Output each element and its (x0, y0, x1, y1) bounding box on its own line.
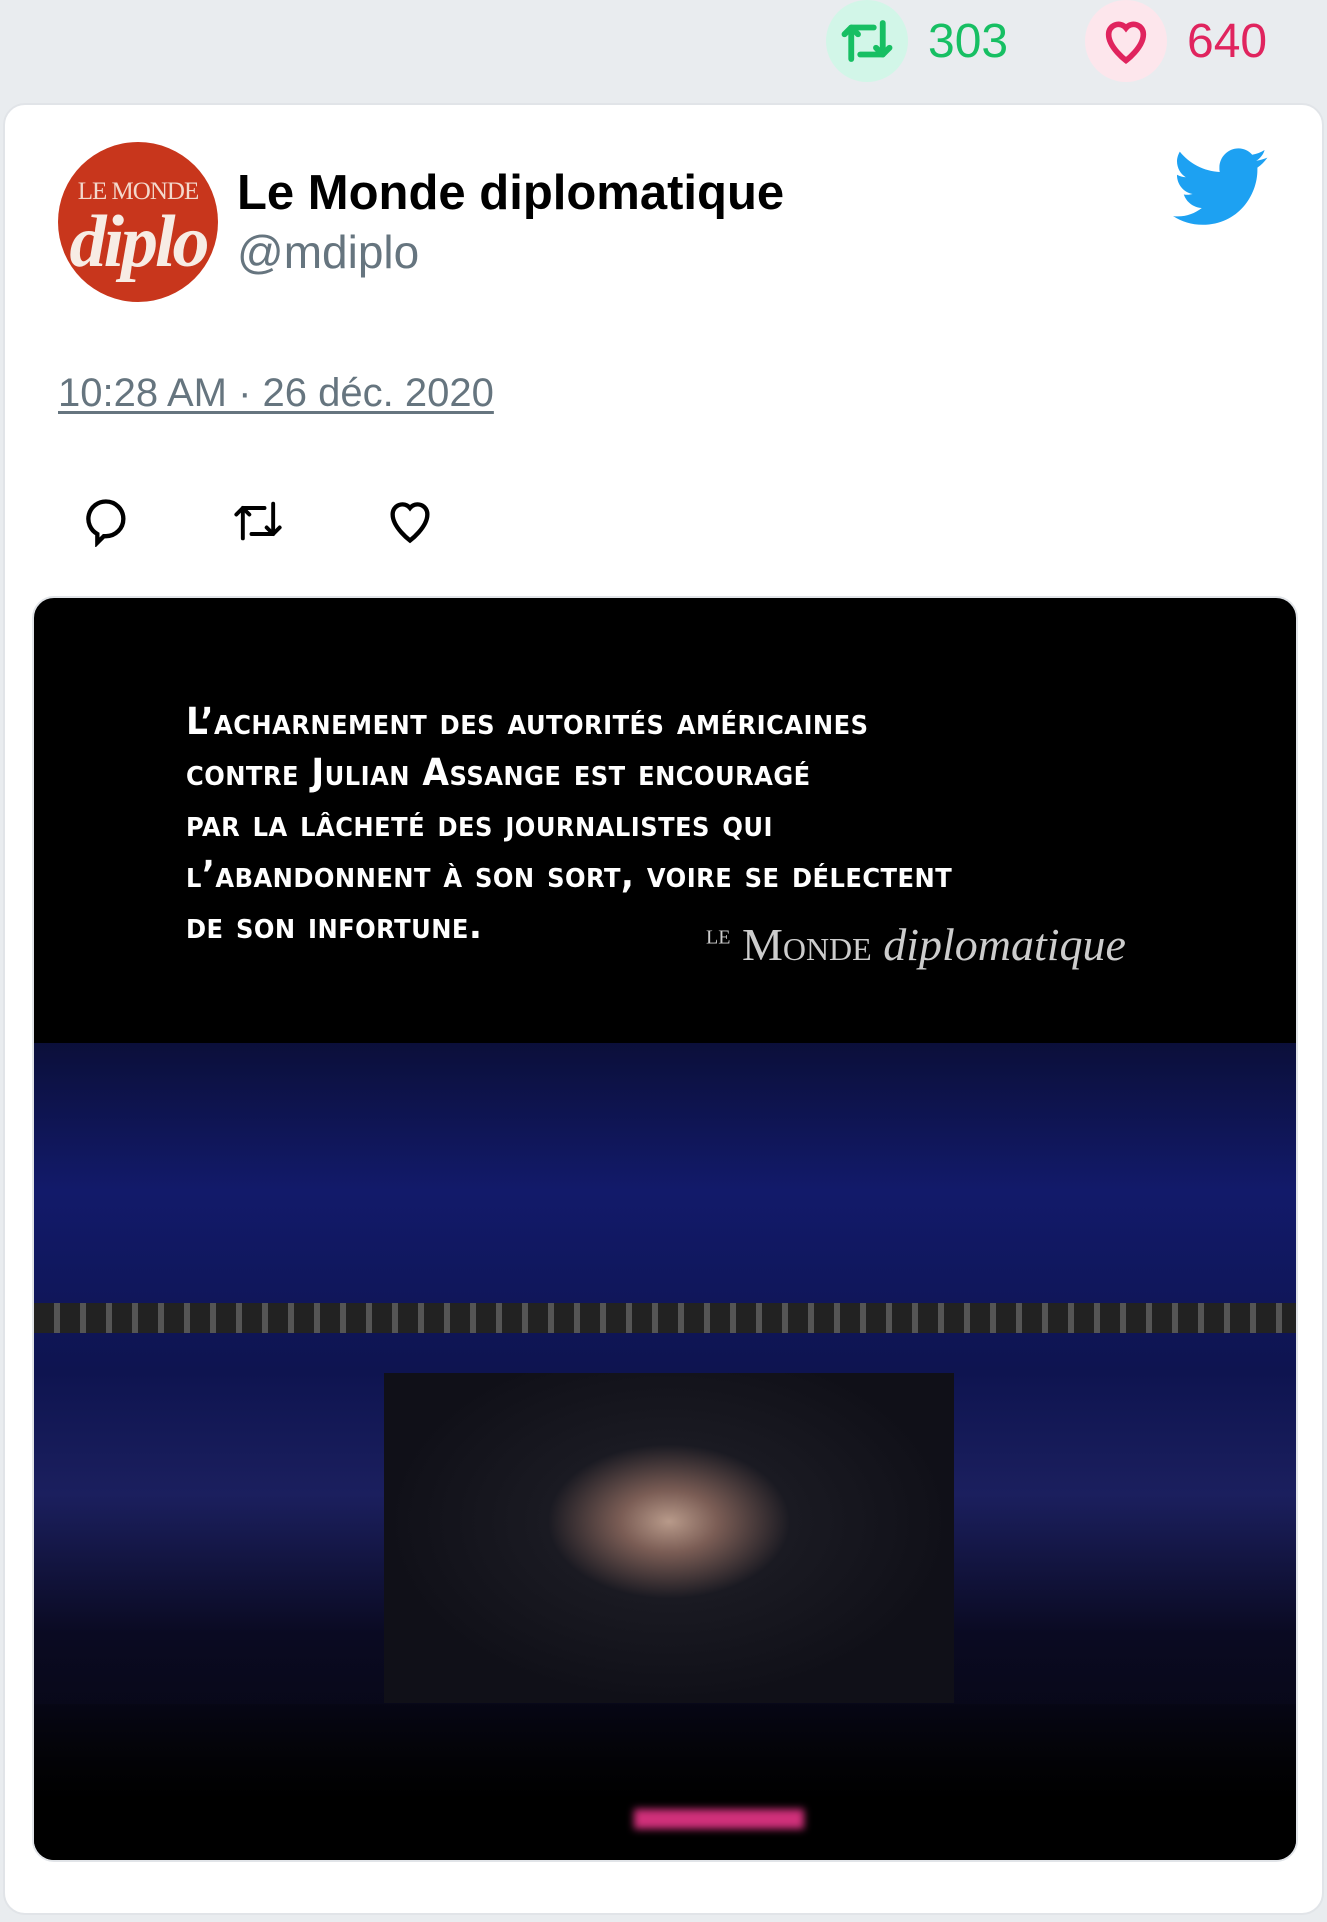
retweet-number: 303 (928, 14, 1009, 68)
video-screen (384, 1373, 954, 1703)
conference-photo (34, 1043, 1296, 1860)
lighting-truss (34, 1303, 1296, 1333)
tweet-media-image[interactable]: L’acharnement des autorités américaines … (32, 596, 1298, 1862)
retweet-icon[interactable] (227, 490, 289, 552)
tweet-timestamp-link[interactable]: 10:28 AM · 26 déc. 2020 (58, 371, 494, 416)
audience (34, 1704, 1296, 1860)
action-bar (75, 490, 441, 552)
like-count[interactable]: 640 (1085, 0, 1267, 82)
quote-line: L’acharnement des autorités américaines (186, 700, 869, 743)
heart-icon[interactable] (1085, 0, 1167, 82)
author-handle[interactable]: @mdiplo (237, 225, 419, 279)
twitter-bird-icon[interactable] (1173, 147, 1269, 234)
reply-icon[interactable] (75, 490, 137, 552)
tweet-card: LE MONDE diplo Le Monde diplomatique @md… (3, 103, 1324, 1915)
like-number: 640 (1187, 14, 1268, 68)
author-name[interactable]: Le Monde diplomatique (237, 165, 784, 221)
avatar-logo-line2: diplo (69, 201, 209, 283)
publication-signature: LE Monde diplomatique (706, 919, 1126, 970)
avatar[interactable]: LE MONDE diplo (58, 142, 218, 302)
retweet-count[interactable]: 303 (826, 0, 1008, 82)
quote-line: par la lâcheté des journalistes qui (186, 802, 773, 845)
quote-line: contre Julian Assange est encouragé (186, 751, 811, 794)
quote-line: l’abandonnent à son sort, voire se délec… (186, 853, 953, 896)
quote-text: L’acharnement des autorités américaines … (186, 696, 952, 951)
stage-light (634, 1809, 804, 1829)
retweet-icon[interactable] (826, 0, 908, 82)
like-icon[interactable] (379, 490, 441, 552)
